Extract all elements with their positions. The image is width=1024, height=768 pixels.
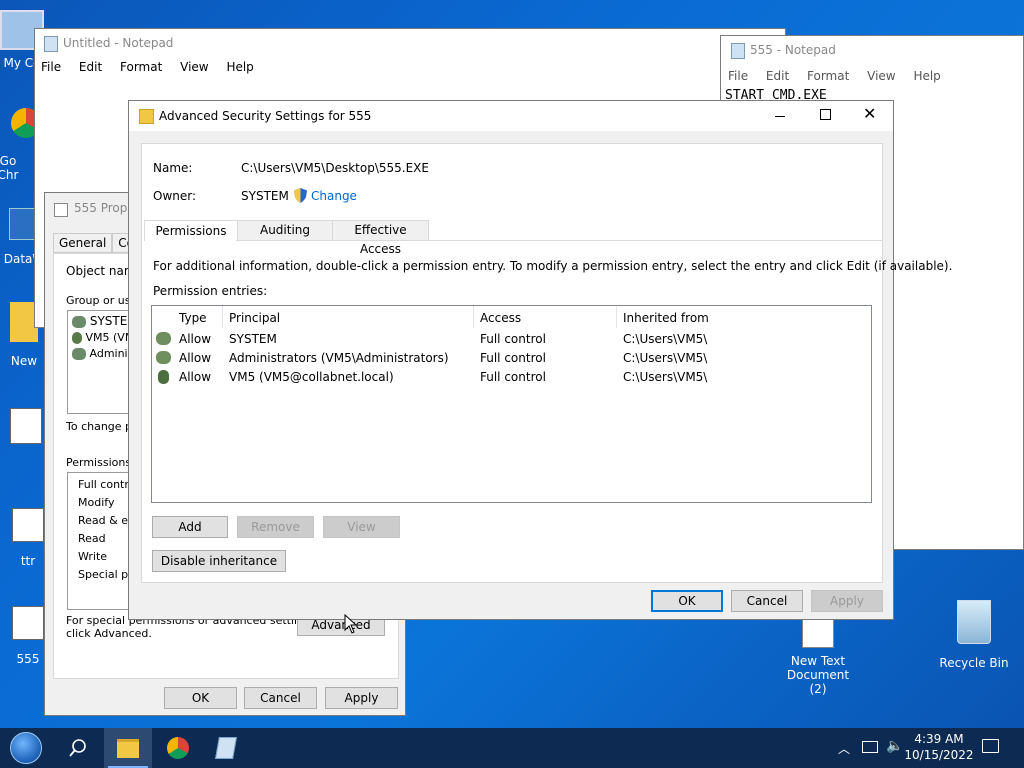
permission-entries-list[interactable]: Type Principal Access Inherited from All… — [151, 305, 872, 503]
taskbar: ︿ 🔈 4:39 AM 10/15/2022 — [0, 728, 1024, 768]
volume-icon[interactable]: 🔈 — [886, 738, 903, 754]
advanced-security-title: Advanced Security Settings for 555 — [159, 109, 372, 123]
shield-icon — [294, 188, 307, 203]
desktop-icon-new-text-document[interactable]: New Text Document (2) — [780, 614, 856, 696]
tab-permissions[interactable]: Permissions — [144, 220, 238, 241]
properties-icon — [54, 203, 68, 217]
advanced-security-titlebar[interactable]: Advanced Security Settings for 555 ✕ — [129, 101, 893, 131]
users-icon — [72, 315, 86, 328]
menu-format[interactable]: Format — [120, 60, 162, 74]
file-explorer-taskbar-button[interactable] — [104, 728, 152, 768]
clock-time: 4:39 AM — [914, 732, 964, 746]
notepad-icon — [44, 36, 58, 52]
notepad-untitled-title: Untitled - Notepad — [63, 36, 174, 50]
notepad-555-titlebar[interactable]: 555 - Notepad — [721, 36, 1023, 66]
perm-write: Write — [78, 550, 108, 563]
search-icon — [69, 739, 86, 757]
chrome-taskbar-button[interactable] — [154, 728, 202, 768]
image-file-icon — [12, 606, 44, 640]
recycle-bin-icon — [957, 600, 991, 644]
network-icon[interactable] — [862, 741, 878, 753]
users-icon — [156, 332, 171, 345]
info-text: For additional information, double-click… — [153, 259, 953, 273]
column-type[interactable]: Type — [179, 311, 207, 325]
view-button[interactable]: View — [323, 516, 400, 538]
notepad-icon — [731, 43, 745, 59]
notification-center-button[interactable] — [982, 739, 999, 753]
clock[interactable]: 4:39 AM 10/15/2022 — [902, 731, 976, 763]
column-divider — [616, 306, 617, 328]
menu-view[interactable]: View — [180, 60, 208, 74]
owner-label: Owner: — [153, 189, 197, 203]
properties-cancel-button[interactable]: Cancel — [244, 687, 317, 709]
notepad-untitled-titlebar[interactable]: Untitled - Notepad — [35, 29, 785, 59]
search-button[interactable] — [54, 728, 102, 768]
menu-edit[interactable]: Edit — [766, 69, 789, 83]
notepad-555-menubar: File Edit Format View Help — [728, 69, 955, 83]
mouse-cursor-icon — [344, 613, 358, 637]
advanced-ok-button[interactable]: OK — [651, 590, 723, 612]
properties-apply-button[interactable]: Apply — [325, 687, 398, 709]
desktop-icon-recycle-bin[interactable]: Recycle Bin — [936, 600, 1012, 670]
advanced-apply-button[interactable]: Apply — [811, 590, 883, 612]
notepad-taskbar-button[interactable] — [202, 728, 250, 768]
column-inherited-from[interactable]: Inherited from — [623, 311, 709, 325]
users-icon — [156, 351, 171, 364]
notepad-untitled-menubar: File Edit Format View Help — [41, 60, 268, 74]
permission-entries-label: Permission entries: — [153, 284, 268, 298]
tab-general[interactable]: General — [53, 233, 113, 253]
permission-entry-row[interactable]: Allow SYSTEM Full control C:\Users\VM5\ — [154, 330, 869, 349]
properties-ok-button[interactable]: OK — [164, 687, 237, 709]
maximize-button[interactable] — [820, 109, 831, 120]
column-divider — [473, 306, 474, 328]
notepad-555-title: 555 - Notepad — [750, 43, 836, 57]
menu-view[interactable]: View — [867, 69, 895, 83]
perm-read: Read — [78, 532, 106, 545]
permission-entry-row[interactable]: Allow Administrators (VM5\Administrators… — [154, 349, 869, 368]
user-icon — [158, 370, 169, 384]
permission-entry-row[interactable]: Allow VM5 (VM5@collabnet.local) Full con… — [154, 368, 869, 387]
folder-icon — [139, 109, 154, 124]
group-item-vm5[interactable]: VM5 (VM — [72, 331, 134, 344]
user-icon — [72, 332, 82, 344]
close-button[interactable]: ✕ — [863, 105, 876, 123]
menu-format[interactable]: Format — [807, 69, 849, 83]
menu-file[interactable]: File — [41, 60, 61, 74]
remove-button[interactable]: Remove — [237, 516, 314, 538]
minimize-button[interactable] — [775, 116, 785, 117]
menu-file[interactable]: File — [728, 69, 748, 83]
disable-inheritance-button[interactable]: Disable inheritance — [152, 550, 286, 572]
start-button[interactable] — [2, 728, 50, 768]
tab-effective-access[interactable]: Effective Access — [332, 220, 429, 256]
advanced-cancel-button[interactable]: Cancel — [731, 590, 803, 612]
menu-help[interactable]: Help — [913, 69, 940, 83]
advanced-security-window[interactable]: Advanced Security Settings for 555 ✕ Nam… — [128, 100, 952, 620]
image-file-icon — [10, 408, 42, 444]
change-owner-link[interactable]: Change — [311, 189, 357, 203]
image-file-icon — [12, 508, 44, 542]
clock-date: 10/15/2022 — [904, 748, 974, 762]
name-value: C:\Users\VM5\Desktop\555.EXE — [241, 161, 429, 175]
perm-special: Special pe — [78, 568, 135, 581]
chrome-icon — [167, 737, 189, 759]
tab-divider — [236, 240, 882, 241]
notepad-icon — [215, 737, 237, 759]
perm-modify: Modify — [78, 496, 115, 509]
folder-icon — [117, 738, 139, 758]
close-icon: ✕ — [863, 104, 877, 123]
column-divider — [222, 306, 223, 328]
owner-value: SYSTEM — [241, 189, 289, 203]
add-button[interactable]: Add — [152, 516, 228, 538]
tab-auditing[interactable]: Auditing — [237, 220, 333, 241]
name-label: Name: — [153, 161, 193, 175]
menu-help[interactable]: Help — [226, 60, 253, 74]
users-icon — [72, 348, 86, 360]
list-header: Type Principal Access Inherited from — [152, 306, 871, 328]
advanced-content-panel: Name: C:\Users\VM5\Desktop\555.EXE Owner… — [141, 143, 952, 583]
column-principal[interactable]: Principal — [229, 311, 280, 325]
tray-chevron-icon[interactable]: ︿ — [838, 740, 850, 757]
menu-edit[interactable]: Edit — [79, 60, 102, 74]
windows-logo-icon — [10, 732, 42, 764]
column-access[interactable]: Access — [480, 311, 521, 325]
